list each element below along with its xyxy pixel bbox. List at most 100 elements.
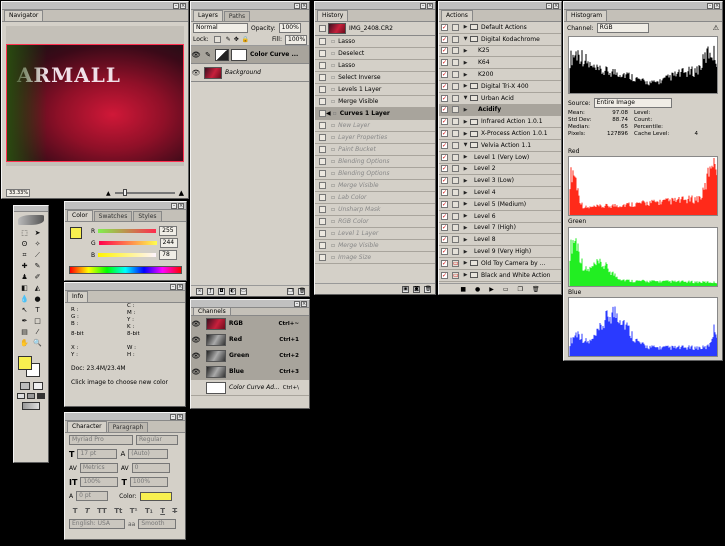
strikethrough-icon[interactable]: T: [172, 507, 177, 515]
character-titlebar[interactable]: – ×: [65, 413, 185, 421]
tab-channels[interactable]: Channels: [193, 307, 231, 315]
bucket-tool-icon[interactable]: ◭: [32, 283, 44, 293]
history-item[interactable]: ▫ Select Inverse: [315, 72, 435, 84]
opacity-input[interactable]: 100%: [278, 23, 301, 33]
action-item[interactable]: ✓ ▶ X-Process Action 1.0.1: [439, 128, 561, 140]
healing-tool-icon[interactable]: ✚: [19, 261, 31, 271]
action-dialog-toggle[interactable]: [452, 130, 459, 138]
g-value-input[interactable]: 244: [159, 238, 178, 248]
standard-mode-icon[interactable]: [19, 382, 30, 390]
action-item[interactable]: ✓ ▭ ▶ Black and White Action: [439, 270, 561, 282]
history-brush-source[interactable]: [319, 242, 326, 249]
action-dialog-toggle[interactable]: [452, 236, 459, 244]
faux-bold-icon[interactable]: T: [73, 507, 78, 515]
fill-input[interactable]: 100%: [285, 34, 307, 45]
underline-icon[interactable]: T: [160, 507, 165, 515]
new-set-icon[interactable]: ▭: [503, 286, 509, 293]
collapsed-triangle-icon[interactable]: ▶: [461, 24, 470, 30]
action-toggle-checkbox[interactable]: ✓: [441, 47, 448, 55]
brush-tool-icon[interactable]: ✎: [32, 261, 44, 271]
close-icon[interactable]: ×: [553, 2, 559, 9]
kerning-select[interactable]: Metrics: [79, 463, 118, 473]
expanded-triangle-icon[interactable]: ▼: [461, 36, 470, 42]
channel-item[interactable]: 👁 Blue Ctrl+3: [191, 364, 309, 380]
action-dialog-toggle[interactable]: [452, 248, 459, 256]
marquee-tool-icon[interactable]: ⬚: [19, 228, 31, 238]
action-item[interactable]: ✓ ▶ Level 7 (High): [439, 223, 561, 235]
action-item[interactable]: ✓ ▶ Level 6: [439, 211, 561, 223]
hand-tool-icon[interactable]: ✋: [19, 338, 31, 348]
layers-titlebar[interactable]: – ×: [191, 2, 309, 10]
action-dialog-toggle[interactable]: [452, 59, 459, 67]
type-tool-icon[interactable]: T: [32, 305, 44, 315]
quickmask-mode-icon[interactable]: [32, 382, 43, 390]
collapsed-triangle-icon[interactable]: ▶: [461, 272, 470, 278]
small-caps-icon[interactable]: Tt: [114, 507, 122, 515]
tab-swatches[interactable]: Swatches: [93, 211, 133, 221]
jump-to-imageready-icon[interactable]: [22, 402, 40, 410]
lock-all-icon[interactable]: 🔒: [242, 36, 249, 43]
navigator-titlebar[interactable]: – ×: [2, 2, 188, 10]
hscale-input[interactable]: 100%: [129, 477, 168, 487]
action-dialog-toggle[interactable]: [452, 165, 459, 173]
baseline-input[interactable]: 0 pt: [76, 491, 109, 501]
close-icon[interactable]: ×: [714, 2, 720, 9]
tab-info[interactable]: Info: [67, 291, 89, 302]
visibility-eye-icon[interactable]: [191, 383, 201, 393]
new-document-icon[interactable]: ▣: [402, 285, 409, 293]
actions-titlebar[interactable]: – ×: [439, 2, 561, 10]
lasso-tool-icon[interactable]: ʘ: [19, 239, 31, 249]
action-item[interactable]: ✓ ▶ K25: [439, 46, 561, 58]
history-brush-source[interactable]: [319, 110, 326, 117]
subscript-icon[interactable]: T₁: [145, 507, 153, 515]
collapsed-triangle-icon[interactable]: ▶: [461, 260, 470, 266]
info-titlebar[interactable]: – ×: [65, 283, 185, 291]
minimize-icon[interactable]: –: [420, 2, 426, 9]
action-item[interactable]: ✓ ▶ Digital Tri-X 400: [439, 81, 561, 93]
trash-icon[interactable]: 🗑: [424, 285, 431, 293]
adjustment-icon[interactable]: ◐: [229, 287, 236, 295]
action-dialog-toggle[interactable]: [452, 94, 459, 102]
action-dialog-toggle[interactable]: [452, 153, 459, 161]
action-item[interactable]: ✓ ▶ K200: [439, 69, 561, 81]
history-item[interactable]: ▫ Deselect: [315, 48, 435, 60]
action-toggle-checkbox[interactable]: ✓: [441, 82, 448, 90]
action-item[interactable]: ✓ ▶ Level 9 (Very High): [439, 246, 561, 258]
eraser-tool-icon[interactable]: ◧: [19, 283, 31, 293]
collapsed-triangle-icon[interactable]: ▶: [461, 48, 470, 54]
history-brush-source[interactable]: [319, 122, 326, 129]
layer-row-color-curve[interactable]: 👁 ✎ Color Curve ...: [191, 46, 309, 64]
new-group-icon[interactable]: ▭: [240, 287, 247, 295]
minimize-icon[interactable]: –: [294, 2, 300, 9]
tab-paths[interactable]: Paths: [223, 11, 251, 21]
lock-transparency-icon[interactable]: [213, 36, 221, 43]
expanded-triangle-icon[interactable]: ▼: [461, 142, 470, 148]
action-item[interactable]: ✓ ▶ Level 5 (Medium): [439, 199, 561, 211]
action-item[interactable]: ✓ ▼ Velvia Action 1.1: [439, 140, 561, 152]
history-item[interactable]: ◀ ▫ Curves 1 Layer: [315, 108, 435, 120]
history-item[interactable]: ▫ Lasso: [315, 36, 435, 48]
action-item[interactable]: ✓ ▶ Level 8: [439, 234, 561, 247]
history-brush-source[interactable]: [319, 182, 326, 189]
action-dialog-toggle[interactable]: [452, 106, 459, 114]
close-icon[interactable]: ×: [180, 2, 186, 9]
faux-italic-icon[interactable]: T: [85, 507, 90, 515]
new-action-icon[interactable]: ❐: [518, 286, 523, 293]
font-size-input[interactable]: 17 pt: [77, 449, 118, 459]
visibility-eye-icon[interactable]: 👁: [191, 335, 201, 345]
minimize-icon[interactable]: –: [707, 2, 713, 9]
action-item[interactable]: ✓ ▭ ▶ Old Toy Camera by ...: [439, 258, 561, 270]
action-toggle-checkbox[interactable]: ✓: [441, 200, 448, 208]
collapsed-triangle-icon[interactable]: ▶: [461, 213, 470, 219]
action-item[interactable]: ✓ ▶ Level 2: [439, 164, 561, 176]
zoom-tool-icon[interactable]: 🔍: [32, 338, 44, 348]
history-item[interactable]: ▫ Lasso: [315, 60, 435, 72]
close-icon[interactable]: ×: [177, 413, 183, 420]
collapsed-triangle-icon[interactable]: ▶: [461, 249, 470, 255]
action-item[interactable]: ✓ ▶ Level 3 (Low): [439, 175, 561, 188]
action-toggle-checkbox[interactable]: ✓: [441, 177, 448, 185]
history-brush-source[interactable]: [319, 206, 326, 213]
action-toggle-checkbox[interactable]: ✓: [441, 59, 448, 67]
minimize-icon[interactable]: –: [546, 2, 552, 9]
navigator-preview[interactable]: ARMALL: [6, 26, 184, 166]
